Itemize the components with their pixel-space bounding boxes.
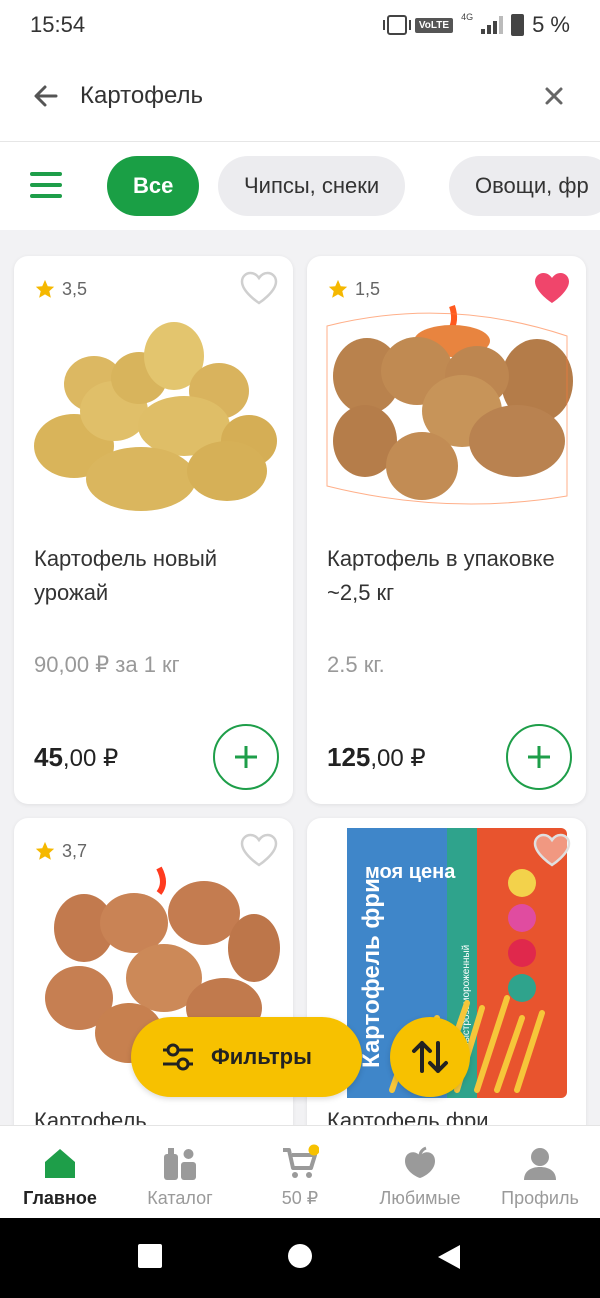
signal-icon xyxy=(481,16,504,34)
nav-label: 50 ₽ xyxy=(281,1188,319,1208)
product-grid: 3,5 Картофель новый урожай 90,00 ₽ за 1 … xyxy=(0,230,600,1125)
recents-button[interactable] xyxy=(138,1244,162,1268)
favorites-icon xyxy=(405,1146,435,1178)
status-icons: VoLTE 4G 5 % xyxy=(382,12,570,38)
status-time: 15:54 xyxy=(30,12,86,37)
nav-label: Профиль xyxy=(501,1188,579,1208)
nav-label: Главное xyxy=(23,1188,97,1208)
bottom-navigation: Главное Каталог 50 ₽ Любимые Профиль xyxy=(0,1125,600,1218)
profile-icon xyxy=(524,1148,556,1180)
product-title: Картофель фри xyxy=(327,1108,489,1125)
battery-level: 5 % xyxy=(532,12,570,37)
product-title: Картофель новый урожай xyxy=(34,546,218,605)
vibrate-icon xyxy=(382,15,411,35)
chip-chips-snacks[interactable]: Чипсы, снеки xyxy=(218,156,406,216)
catalog-icon xyxy=(164,1148,196,1180)
cart-icon xyxy=(283,1144,319,1178)
home-button[interactable] xyxy=(288,1244,312,1268)
chip-vegetables-fruits[interactable]: Овощи, фр xyxy=(449,156,600,216)
nav-cart[interactable]: 50 ₽ xyxy=(240,1126,360,1219)
unit-price: 2.5 кг. xyxy=(327,652,385,677)
battery-icon xyxy=(511,14,525,36)
nav-profile[interactable]: Профиль xyxy=(480,1126,600,1219)
add-to-cart-button[interactable] xyxy=(213,724,279,790)
status-bar: 15:54 VoLTE 4G 5 % xyxy=(0,0,600,52)
volte-badge: VoLTE xyxy=(414,17,454,33)
nav-home[interactable]: Главное xyxy=(0,1126,120,1219)
potato-image xyxy=(34,322,277,511)
search-input[interactable]: Картофель xyxy=(80,82,203,110)
unit-price: 90,00 ₽ за 1 кг xyxy=(34,652,180,677)
product-card[interactable]: 1,5 Картофель в упаковке ~2,5 кг 2.5 кг.… xyxy=(307,256,586,804)
nav-label: Любимые xyxy=(379,1188,461,1208)
sliders-icon xyxy=(163,1043,193,1071)
product-title: Картофель xyxy=(34,1108,147,1125)
category-filter-row: Все Чипсы, снеки Овощи, фр xyxy=(0,142,600,230)
potato-bag-image xyxy=(326,305,573,505)
package-name-label: Картофель фри xyxy=(358,878,385,1068)
product-title: Картофель в упаковке ~2,5 кг xyxy=(327,546,555,605)
product-price: 45,00 ₽ xyxy=(34,742,119,772)
clear-icon[interactable] xyxy=(542,84,566,108)
sort-arrows-icon xyxy=(412,1041,448,1073)
home-icon xyxy=(45,1149,75,1178)
sort-button[interactable] xyxy=(390,1017,470,1097)
filters-label: Фильтры xyxy=(211,1044,312,1069)
add-to-cart-button[interactable] xyxy=(506,724,572,790)
search-bar: Картофель xyxy=(0,52,600,142)
filters-button[interactable]: Фильтры xyxy=(131,1017,362,1097)
chip-all[interactable]: Все xyxy=(107,156,200,216)
system-navigation-bar xyxy=(0,1218,600,1298)
back-button[interactable] xyxy=(436,1244,462,1270)
product-price: 125,00 ₽ xyxy=(327,742,426,772)
heart-outline-icon[interactable] xyxy=(532,832,572,868)
back-arrow-icon[interactable] xyxy=(30,80,62,112)
product-card[interactable]: 3,5 Картофель новый урожай 90,00 ₽ за 1 … xyxy=(14,256,293,804)
nav-label: Каталог xyxy=(147,1188,213,1208)
nav-catalog[interactable]: Каталог xyxy=(120,1126,240,1219)
menu-icon[interactable] xyxy=(30,172,62,198)
nav-favorites[interactable]: Любимые xyxy=(360,1126,480,1219)
network-type-label: 4G xyxy=(461,12,474,22)
